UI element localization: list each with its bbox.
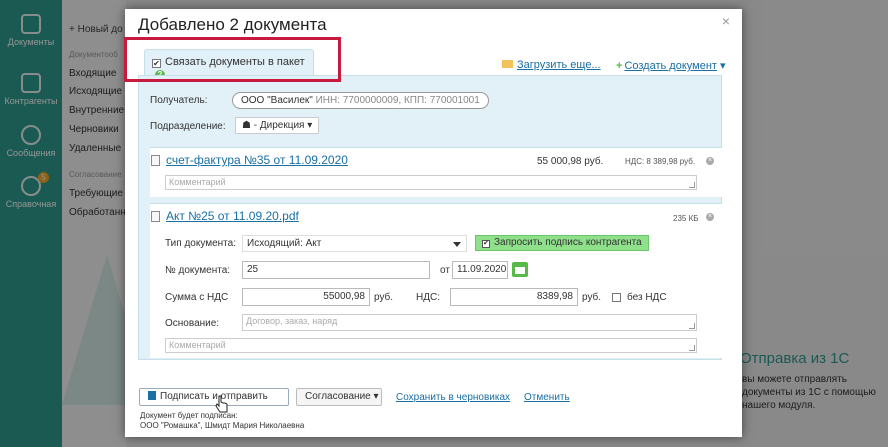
invoice-title-link[interactable]: счет-фактура №35 от 11.09.2020 — [166, 153, 348, 167]
sign-and-send-button[interactable]: Подписать и отправить — [139, 388, 289, 406]
create-document-link[interactable]: + Создать документ ▾ — [616, 59, 726, 72]
highlight-frame — [124, 37, 341, 82]
doc-number-input[interactable]: 25 — [242, 261, 430, 279]
act-comment-field[interactable]: Комментарий — [165, 338, 697, 353]
sum-currency: руб. — [374, 292, 394, 303]
recipient-field[interactable]: ООО "Василек" ИНН: 7700000009, КПП: 7700… — [232, 92, 489, 109]
calendar-icon[interactable] — [512, 262, 528, 277]
caret-down-icon — [453, 242, 461, 247]
remove-document-icon[interactable]: × — [706, 157, 714, 165]
basis-field[interactable]: Договор, заказ, наряд — [242, 314, 697, 331]
mouse-pointer-icon — [215, 395, 228, 413]
invoice-vat: НДС: 8 389,98 руб. — [625, 157, 696, 166]
caret-down-icon: ▾ — [373, 391, 379, 402]
invoice-comment-field[interactable]: Комментарий — [165, 175, 697, 190]
recipient-label: Получатель: — [150, 95, 208, 106]
department-dropdown[interactable]: ☗ - Дирекция ▾ — [235, 117, 320, 134]
add-icon: + — [616, 60, 623, 72]
save-draft-link[interactable]: Сохранить в черновиках — [396, 392, 510, 403]
document-card-invoice: счет-фактура №35 от 11.09.2020 55 000,98… — [150, 147, 722, 197]
department-label: Подразделение: — [150, 121, 226, 132]
cancel-link[interactable]: Отменить — [524, 392, 570, 403]
request-signature-checkbox[interactable]: ✔ — [482, 240, 490, 248]
doc-date-input[interactable]: 11.09.2020 — [452, 261, 508, 279]
vat-currency: руб. — [582, 292, 602, 303]
pdf-file-icon — [151, 211, 160, 222]
dialog-title: Добавлено 2 документа — [138, 15, 327, 34]
doc-type-select[interactable]: Исходящий: Акт — [242, 235, 467, 252]
no-vat-checkbox[interactable] — [612, 293, 621, 302]
vat-label: НДС: — [416, 292, 440, 303]
folder-icon — [502, 60, 513, 68]
vat-input[interactable]: 8389,98 — [450, 288, 578, 306]
caret-down-icon: ▾ — [307, 120, 313, 131]
doc-number-label: № документа: — [165, 265, 231, 276]
sum-input[interactable]: 55000,98 — [242, 288, 370, 306]
remove-document-icon[interactable]: × — [706, 213, 714, 221]
documents-panel: Получатель: ООО "Василек" ИНН: 770000000… — [138, 75, 722, 360]
chevron-down-icon: ▾ — [720, 60, 726, 72]
signature-icon — [148, 391, 156, 400]
invoice-amount: 55 000,98 руб. — [537, 156, 604, 167]
act-file-size: 235 КБ — [673, 214, 699, 223]
sum-label: Сумма с НДС — [165, 292, 229, 303]
close-icon[interactable]: × — [722, 13, 730, 29]
document-card-act: Акт №25 от 11.09.20.pdf 235 КБ × Тип док… — [150, 203, 722, 358]
basis-label: Основание: — [165, 318, 220, 329]
upload-more-link[interactable]: Загрузить еще... — [502, 59, 601, 71]
act-title-link[interactable]: Акт №25 от 11.09.20.pdf — [166, 209, 299, 223]
building-icon: ☗ — [242, 120, 251, 131]
document-icon — [151, 155, 160, 166]
request-signature-toggle[interactable]: ✔ Запросить подпись контрагента — [475, 235, 649, 251]
doc-type-label: Тип документа: — [165, 238, 236, 249]
date-label: от — [440, 265, 450, 276]
approval-button[interactable]: Согласование ▾ — [296, 388, 382, 406]
no-vat-label: без НДС — [627, 292, 667, 303]
signer-note-name: ООО "Ромашка", Шмидт Мария Николаевна — [140, 421, 305, 430]
